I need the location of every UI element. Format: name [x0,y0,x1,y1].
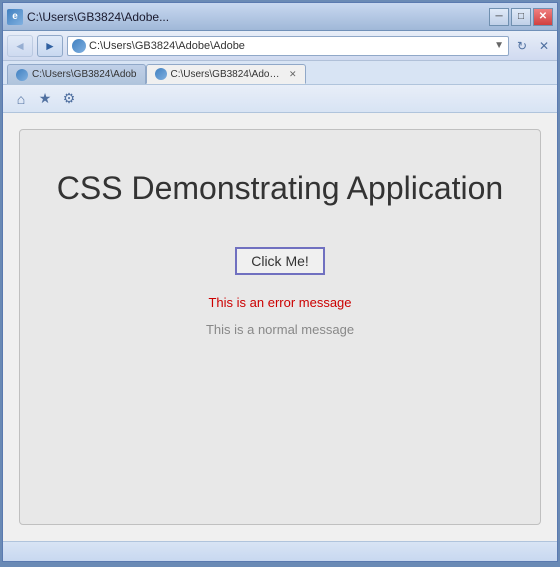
maximize-button[interactable]: □ [511,8,531,26]
home-button[interactable]: ⌂ [11,89,31,109]
dropdown-arrow[interactable]: ▼ [494,40,504,51]
title-bar-controls: ─ □ ✕ [489,8,553,26]
status-bar [3,541,557,561]
tab-1[interactable]: C:\Users\GB3824\Adob [7,64,146,84]
title-bar-left: e C:\Users\GB3824\Adobe... [7,9,169,25]
page-heading: CSS Demonstrating Application [57,170,503,207]
browser-window: e C:\Users\GB3824\Adobe... ─ □ ✕ ◄ ► ▼ ↻… [2,2,558,562]
back-button[interactable]: ◄ [7,35,33,57]
tab-2-label: C:\Users\GB3824\Adobe ... [171,69,283,80]
settings-button[interactable]: ⚙ [59,89,79,109]
error-message: This is an error message [208,295,351,310]
favorites-button[interactable]: ★ [35,89,55,109]
tab-1-label: C:\Users\GB3824\Adob [32,69,137,80]
close-button[interactable]: ✕ [533,8,553,26]
nav-bar: ◄ ► ▼ ↻ ✕ [3,31,557,61]
address-input[interactable] [89,40,492,52]
title-bar: e C:\Users\GB3824\Adobe... ─ □ ✕ [3,3,557,31]
page-content: CSS Demonstrating Application Click Me! … [19,129,541,525]
tab-2-close-icon[interactable]: ✕ [289,69,297,80]
forward-button[interactable]: ► [37,35,63,57]
minimize-button[interactable]: ─ [489,8,509,26]
window-icon: e [7,9,23,25]
toolbar: ⌂ ★ ⚙ [3,85,557,113]
page-icon [72,39,86,53]
tab-1-icon [16,69,28,81]
tab-2-icon [155,68,167,80]
stop-button[interactable]: ✕ [535,37,553,55]
refresh-button[interactable]: ↻ [513,37,531,55]
content-area: CSS Demonstrating Application Click Me! … [3,113,557,541]
click-me-button[interactable]: Click Me! [235,247,325,275]
address-bar[interactable]: ▼ [67,36,509,56]
window-title: C:\Users\GB3824\Adobe... [27,10,169,24]
normal-message: This is a normal message [206,322,354,337]
tab-2[interactable]: C:\Users\GB3824\Adobe ... ✕ [146,64,306,84]
tabs-bar: C:\Users\GB3824\Adob C:\Users\GB3824\Ado… [3,61,557,85]
